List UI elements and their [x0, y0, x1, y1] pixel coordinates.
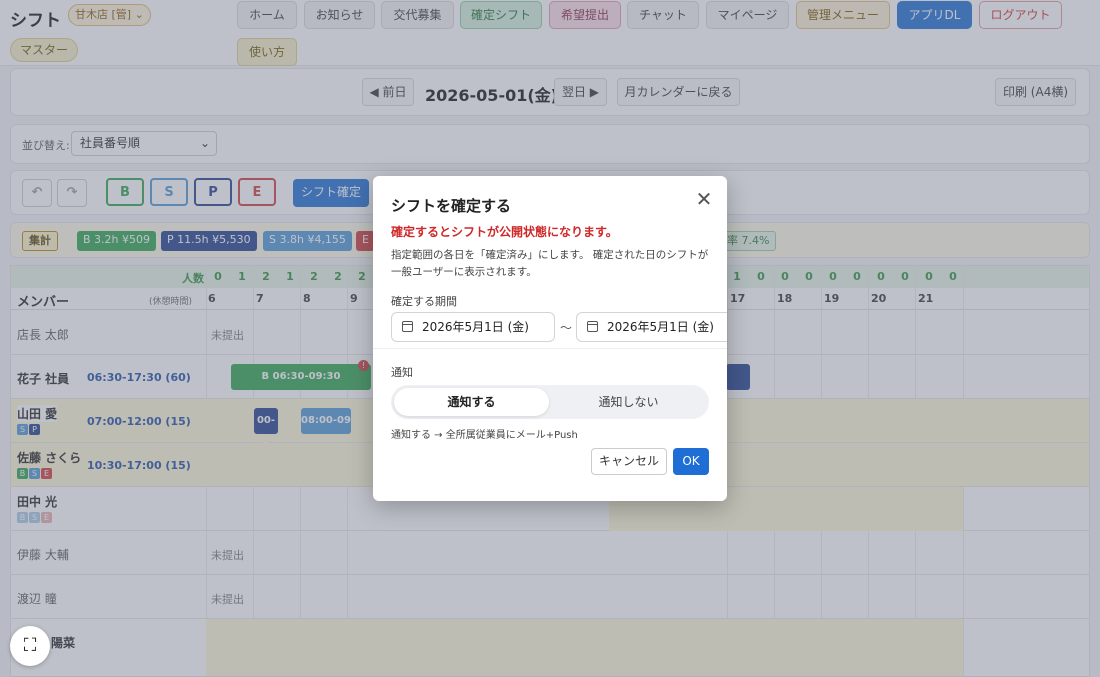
fullscreen-icon[interactable]: ⛶ [10, 626, 50, 666]
dialog-title: シフトを確定する [391, 197, 512, 215]
notify-label: 通知 [391, 366, 413, 379]
dialog-divider [373, 348, 727, 349]
dialog-description: 指定範囲の各日を「確定済み」にします。 確定された日のシフトが一般ユーザーに表示… [391, 249, 709, 278]
confirm-shift-dialog: シフトを確定する ✕ 確定するとシフトが公開状態になります。 指定範囲の各日を「… [373, 176, 727, 501]
period-label: 確定する期間 [391, 295, 457, 308]
end-date-field[interactable]: 2026年5月1日 (金) [576, 312, 727, 342]
date-separator: 〜 [560, 321, 573, 335]
notify-off-option[interactable]: 通知しない [551, 388, 706, 416]
end-date-value: 2026年5月1日 (金) [607, 320, 714, 334]
start-date-field[interactable]: 2026年5月1日 (金) [391, 312, 555, 342]
start-date-value: 2026年5月1日 (金) [422, 320, 529, 334]
calendar-icon [587, 321, 598, 332]
calendar-icon [402, 321, 413, 332]
close-icon[interactable]: ✕ [693, 188, 715, 210]
notify-toggle: 通知する 通知しない [391, 385, 709, 419]
cancel-button[interactable]: キャンセル [591, 448, 667, 475]
notify-note: 通知する → 全所属従業員にメール+Push [391, 430, 578, 441]
dialog-warning: 確定するとシフトが公開状態になります。 [391, 225, 618, 239]
ok-button[interactable]: OK [673, 448, 709, 475]
notify-on-option[interactable]: 通知する [394, 388, 549, 416]
